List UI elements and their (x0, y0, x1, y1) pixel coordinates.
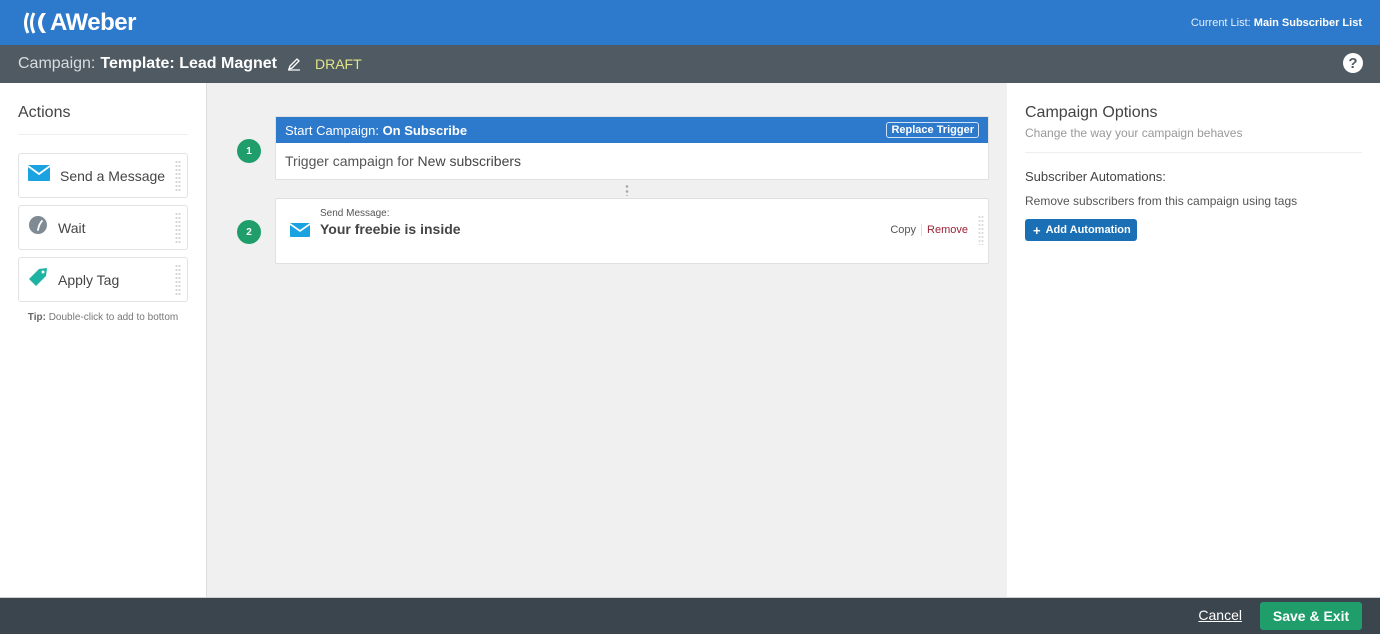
campaign-label: Campaign: (18, 55, 96, 72)
top-bar: AWeber Current List: Main Subscriber Lis… (0, 0, 1380, 45)
aweber-logo[interactable]: AWeber (22, 9, 136, 37)
current-list-value: Main Subscriber List (1253, 16, 1362, 29)
action-wait[interactable]: Wait (18, 205, 188, 250)
trigger-body-prefix: Trigger campaign for (285, 153, 414, 169)
drag-handle-icon[interactable] (175, 160, 181, 191)
tip-text: Double-click to add to bottom (48, 312, 179, 323)
trigger-title-value: On Subscribe (382, 122, 468, 138)
trigger-card[interactable]: Start Campaign: On Subscribe Replace Tri… (275, 116, 989, 180)
tag-icon (28, 267, 48, 292)
trigger-card-header: Start Campaign: On Subscribe Replace Tri… (276, 117, 988, 143)
campaign-name: Template: Lead Magnet (100, 55, 277, 72)
actions-sidebar: Actions Send a Message Wait Apply Tag Ti… (0, 83, 207, 597)
sidebar-tip: Tip: Double-click to add to bottom (18, 312, 188, 323)
envelope-icon (289, 223, 311, 242)
action-label: Wait (58, 219, 86, 236)
sidebar-title: Actions (18, 104, 188, 135)
drag-handle-icon[interactable] (175, 264, 181, 295)
divider (921, 224, 923, 236)
envelope-icon (27, 165, 51, 186)
connector-dots-icon (625, 184, 629, 196)
copy-link[interactable]: Copy (890, 224, 916, 236)
help-icon[interactable]: ? (1343, 53, 1363, 73)
send-message-card[interactable]: Send Message: Your freebie is inside Cop… (275, 198, 989, 264)
trigger-body-value: New subscribers (417, 153, 522, 169)
current-list-label: Current List: (1190, 16, 1251, 29)
add-automation-button[interactable]: + Add Automation (1025, 219, 1137, 241)
logo-text: AWeber (50, 8, 136, 36)
drag-handle-icon[interactable] (175, 212, 181, 243)
save-exit-button[interactable]: Save & Exit (1260, 602, 1362, 630)
campaign-bar: Campaign: Template: Lead Magnet DRAFT ? (0, 45, 1380, 83)
automations-description: Remove subscribers from this campaign us… (1025, 194, 1298, 208)
replace-trigger-button[interactable]: Replace Trigger (886, 122, 979, 138)
action-label: Apply Tag (58, 271, 120, 288)
current-list[interactable]: Current List: Main Subscriber List (1191, 17, 1362, 29)
step-number-badge: 1 (237, 139, 261, 163)
remove-link[interactable]: Remove (927, 224, 968, 236)
drag-handle-icon[interactable] (978, 215, 984, 245)
trigger-title: Start Campaign: On Subscribe (285, 123, 467, 138)
action-label: Send a Message (60, 167, 166, 184)
action-apply-tag[interactable]: Apply Tag (18, 257, 188, 302)
message-actions: Copy Remove (890, 224, 968, 236)
message-title[interactable]: Your freebie is inside (320, 221, 461, 237)
action-send-message[interactable]: Send a Message (18, 153, 188, 198)
pencil-icon[interactable] (287, 57, 301, 71)
message-subtitle: Send Message: (320, 208, 390, 219)
clock-icon (28, 215, 48, 240)
trigger-description: Trigger campaign for New subscribers (276, 143, 988, 179)
options-subtitle: Change the way your campaign behaves (1025, 126, 1362, 153)
trigger-title-prefix: Start Campaign: (285, 122, 379, 138)
options-title: Campaign Options (1025, 104, 1158, 121)
add-automation-label: Add Automation (1045, 224, 1131, 236)
step-number-badge: 2 (237, 220, 261, 244)
campaign-canvas: 1 Start Campaign: On Subscribe Replace T… (207, 83, 1007, 597)
automations-title: Subscriber Automations: (1025, 169, 1166, 184)
footer-bar: Cancel Save & Exit (0, 597, 1380, 634)
tip-label: Tip: (27, 312, 46, 323)
plus-icon: + (1033, 222, 1041, 238)
cancel-link[interactable]: Cancel (1198, 607, 1242, 623)
campaign-options-panel: Campaign Options Change the way your cam… (1007, 83, 1380, 597)
status-badge: DRAFT (315, 56, 362, 72)
logo-mark-icon (22, 11, 48, 35)
